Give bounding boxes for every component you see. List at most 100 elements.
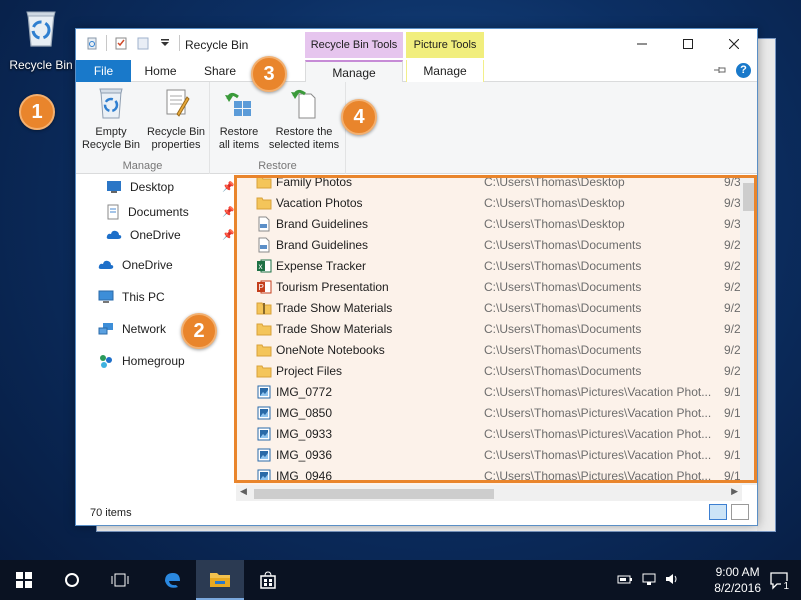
file-row[interactable]: Brand Guidelines C:\Users\Thomas\Desktop 9… [236, 213, 742, 234]
nav-item-network[interactable]: Network [98, 322, 166, 336]
file-original-location: C:\Users\Thomas\Pictures\Vacation Phot..… [484, 468, 712, 483]
restore-all-items-button[interactable]: Restore all items [214, 86, 264, 152]
file-row[interactable]: P Tourism Presentation C:\Users\Thomas\Doc… [236, 276, 742, 297]
file-row[interactable]: Family Photos C:\Users\Thomas\Desktop 9/3 [236, 175, 742, 192]
folder-icon [210, 573, 230, 587]
cortana-circle-icon [65, 573, 79, 587]
file-name: Brand Guidelines [276, 216, 369, 231]
help-icon[interactable]: ? [736, 63, 751, 78]
image-icon [256, 426, 272, 442]
file-name: OneNote Notebooks [276, 342, 385, 357]
maximize-button[interactable] [665, 29, 711, 59]
details-view-button[interactable] [709, 504, 727, 520]
new-folder-qat-icon[interactable] [135, 35, 151, 51]
file-row[interactable]: Trade Show Materials C:\Users\Thomas\Docu… [236, 318, 742, 339]
tab-manage-picture[interactable]: Manage [406, 60, 484, 82]
action-center-icon[interactable]: 1 [769, 570, 791, 592]
file-list[interactable]: Family Photos C:\Users\Thomas\Desktop 9/3 V… [236, 175, 742, 485]
pin-icon[interactable]: 📌 [222, 230, 234, 241]
tab-share[interactable]: Share [190, 60, 250, 82]
file-name: Brand Guidelines [276, 237, 369, 252]
file-date-deleted: 9/3 [724, 216, 741, 231]
pin-icon[interactable]: 📌 [222, 182, 234, 193]
nav-item-desktop[interactable]: Desktop 📌 [106, 180, 234, 194]
ribbon-tabs: File Home Share Manage Manage ? [76, 60, 757, 83]
nav-item-this-pc[interactable]: This PC [98, 290, 165, 304]
edge-browser-button[interactable] [148, 560, 196, 600]
horizontal-scrollbar[interactable]: ◀ ▶ [236, 485, 742, 502]
pdf-icon [256, 237, 272, 253]
start-button[interactable] [0, 560, 48, 600]
store-button[interactable] [244, 560, 292, 600]
file-date-deleted: 9/2 [724, 342, 741, 357]
file-row[interactable]: IMG_0936 C:\Users\Thomas\Pictures\Vacatio… [236, 444, 742, 465]
file-row[interactable]: IMG_0850 C:\Users\Thomas\Pictures\Vacatio… [236, 402, 742, 423]
folder-icon [256, 195, 272, 211]
large-icons-view-button[interactable] [731, 504, 749, 520]
vertical-scrollbar[interactable] [740, 175, 757, 485]
file-date-deleted: 9/2 [724, 237, 741, 252]
tab-home[interactable]: Home [133, 60, 188, 82]
pin-icon[interactable]: 📌 [222, 207, 234, 218]
window-title: Recycle Bin [185, 38, 249, 52]
zip-folder-icon [256, 300, 272, 316]
documents-icon [107, 204, 119, 220]
callout-3: 3 [251, 56, 287, 92]
file-explorer-button[interactable] [196, 560, 244, 600]
nav-item-onedrive[interactable]: OneDrive [98, 258, 173, 272]
empty-recycle-bin-button[interactable]: Empty Recycle Bin [80, 86, 142, 152]
battery-icon[interactable] [617, 573, 633, 588]
onedrive-icon [98, 260, 114, 269]
file-row[interactable]: x Expense Tracker C:\Users\Thomas\Document… [236, 255, 742, 276]
file-row[interactable]: OneNote Notebooks C:\Users\Thomas\Documen… [236, 339, 742, 360]
file-row[interactable]: IMG_0772 C:\Users\Thomas\Pictures\Vacatio… [236, 381, 742, 402]
pin-ribbon-icon[interactable] [714, 64, 726, 78]
taskbar: 9:00 AM 8/2/2016 1 [0, 560, 801, 600]
store-icon [260, 571, 276, 589]
network-tray-icon[interactable] [641, 572, 657, 589]
clock[interactable]: 9:00 AM 8/2/2016 [714, 564, 761, 596]
file-original-location: C:\Users\Thomas\Pictures\Vacation Phot..… [484, 447, 712, 462]
scroll-thumb[interactable] [254, 489, 494, 499]
file-date-deleted: 9/2 [724, 363, 741, 378]
file-row[interactable]: Brand Guidelines C:\Users\Thomas\Document… [236, 234, 742, 255]
search-button[interactable] [48, 560, 96, 600]
minimize-button[interactable] [619, 29, 665, 59]
file-row[interactable]: Vacation Photos C:\Users\Thomas\Desktop 9/… [236, 192, 742, 213]
file-date-deleted: 9/1 [724, 405, 741, 420]
file-date-deleted: 9/2 [724, 300, 741, 315]
file-original-location: C:\Users\Thomas\Documents [484, 279, 642, 294]
file-row[interactable]: IMG_0946 C:\Users\Thomas\Pictures\Vacatio… [236, 465, 742, 485]
recycle-bin-properties-button[interactable]: Recycle Bin properties [144, 86, 208, 152]
task-view-icon [111, 573, 129, 587]
tab-manage-recycle-bin[interactable]: Manage [305, 60, 403, 83]
restore-all-icon [222, 86, 256, 120]
file-original-location: C:\Users\Thomas\Desktop [484, 175, 625, 189]
folder-icon [256, 321, 272, 337]
desktop-recycle-bin[interactable]: Recycle Bin [8, 8, 74, 72]
title-bar[interactable]: Recycle Bin Recycle Bin Tools Picture To… [76, 29, 757, 60]
desktop-icon [107, 181, 121, 193]
restore-selected-items-button[interactable]: Restore the selected items [266, 86, 342, 152]
tab-file[interactable]: File [76, 60, 131, 82]
close-button[interactable] [711, 29, 757, 59]
callout-4: 4 [341, 99, 377, 135]
file-date-deleted: 9/2 [724, 279, 741, 294]
customize-qat-chevron-icon[interactable] [157, 35, 173, 51]
task-view-button[interactable] [96, 560, 144, 600]
empty-recycle-bin-icon [94, 86, 128, 120]
file-row[interactable]: Project Files C:\Users\Thomas\Documents 9/… [236, 360, 742, 381]
file-row[interactable]: Trade Show Materials C:\Users\Thomas\Docu… [236, 297, 742, 318]
recycle-bin-small-icon [84, 35, 100, 51]
properties-qat-icon[interactable] [113, 35, 129, 51]
file-row[interactable]: IMG_0933 C:\Users\Thomas\Pictures\Vacatio… [236, 423, 742, 444]
ribbon: Empty Recycle Bin Recycle Bin properties M… [76, 82, 757, 174]
recycle-bin-icon [23, 8, 59, 48]
nav-item-documents[interactable]: Documents 📌 [106, 204, 234, 220]
onedrive-icon [106, 230, 122, 239]
file-name: Vacation Photos [276, 195, 363, 210]
nav-item-onedrive-quick[interactable]: OneDrive 📌 [106, 228, 234, 242]
nav-item-homegroup[interactable]: Homegroup [98, 354, 185, 368]
volume-icon[interactable] [665, 572, 679, 589]
file-date-deleted: 9/1 [724, 426, 741, 441]
